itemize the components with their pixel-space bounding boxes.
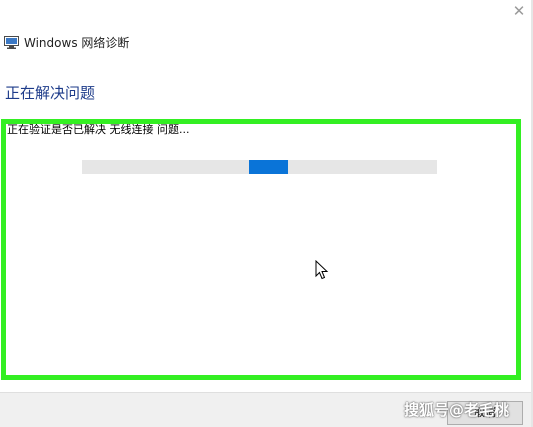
title-bar: Windows 网络诊断 xyxy=(4,33,129,51)
mouse-cursor-icon xyxy=(315,260,329,280)
page-heading: 正在解决问题 xyxy=(5,84,96,102)
progress-bar xyxy=(82,160,437,174)
app-title: Windows 网络诊断 xyxy=(24,35,130,50)
progress-indicator xyxy=(249,160,288,174)
close-icon: ✕ xyxy=(512,2,526,20)
network-diagnostics-dialog: ✕ Windows 网络诊断 正在解决问题 正在验证是否已解决 无线连接 问题.… xyxy=(0,0,533,427)
highlight-annotation-box xyxy=(1,119,521,380)
status-message: 正在验证是否已解决 无线连接 问题... xyxy=(7,123,190,136)
network-diagnostics-icon xyxy=(4,35,19,49)
cancel-button[interactable]: 取消 xyxy=(447,401,523,425)
close-button[interactable]: ✕ xyxy=(508,2,530,20)
